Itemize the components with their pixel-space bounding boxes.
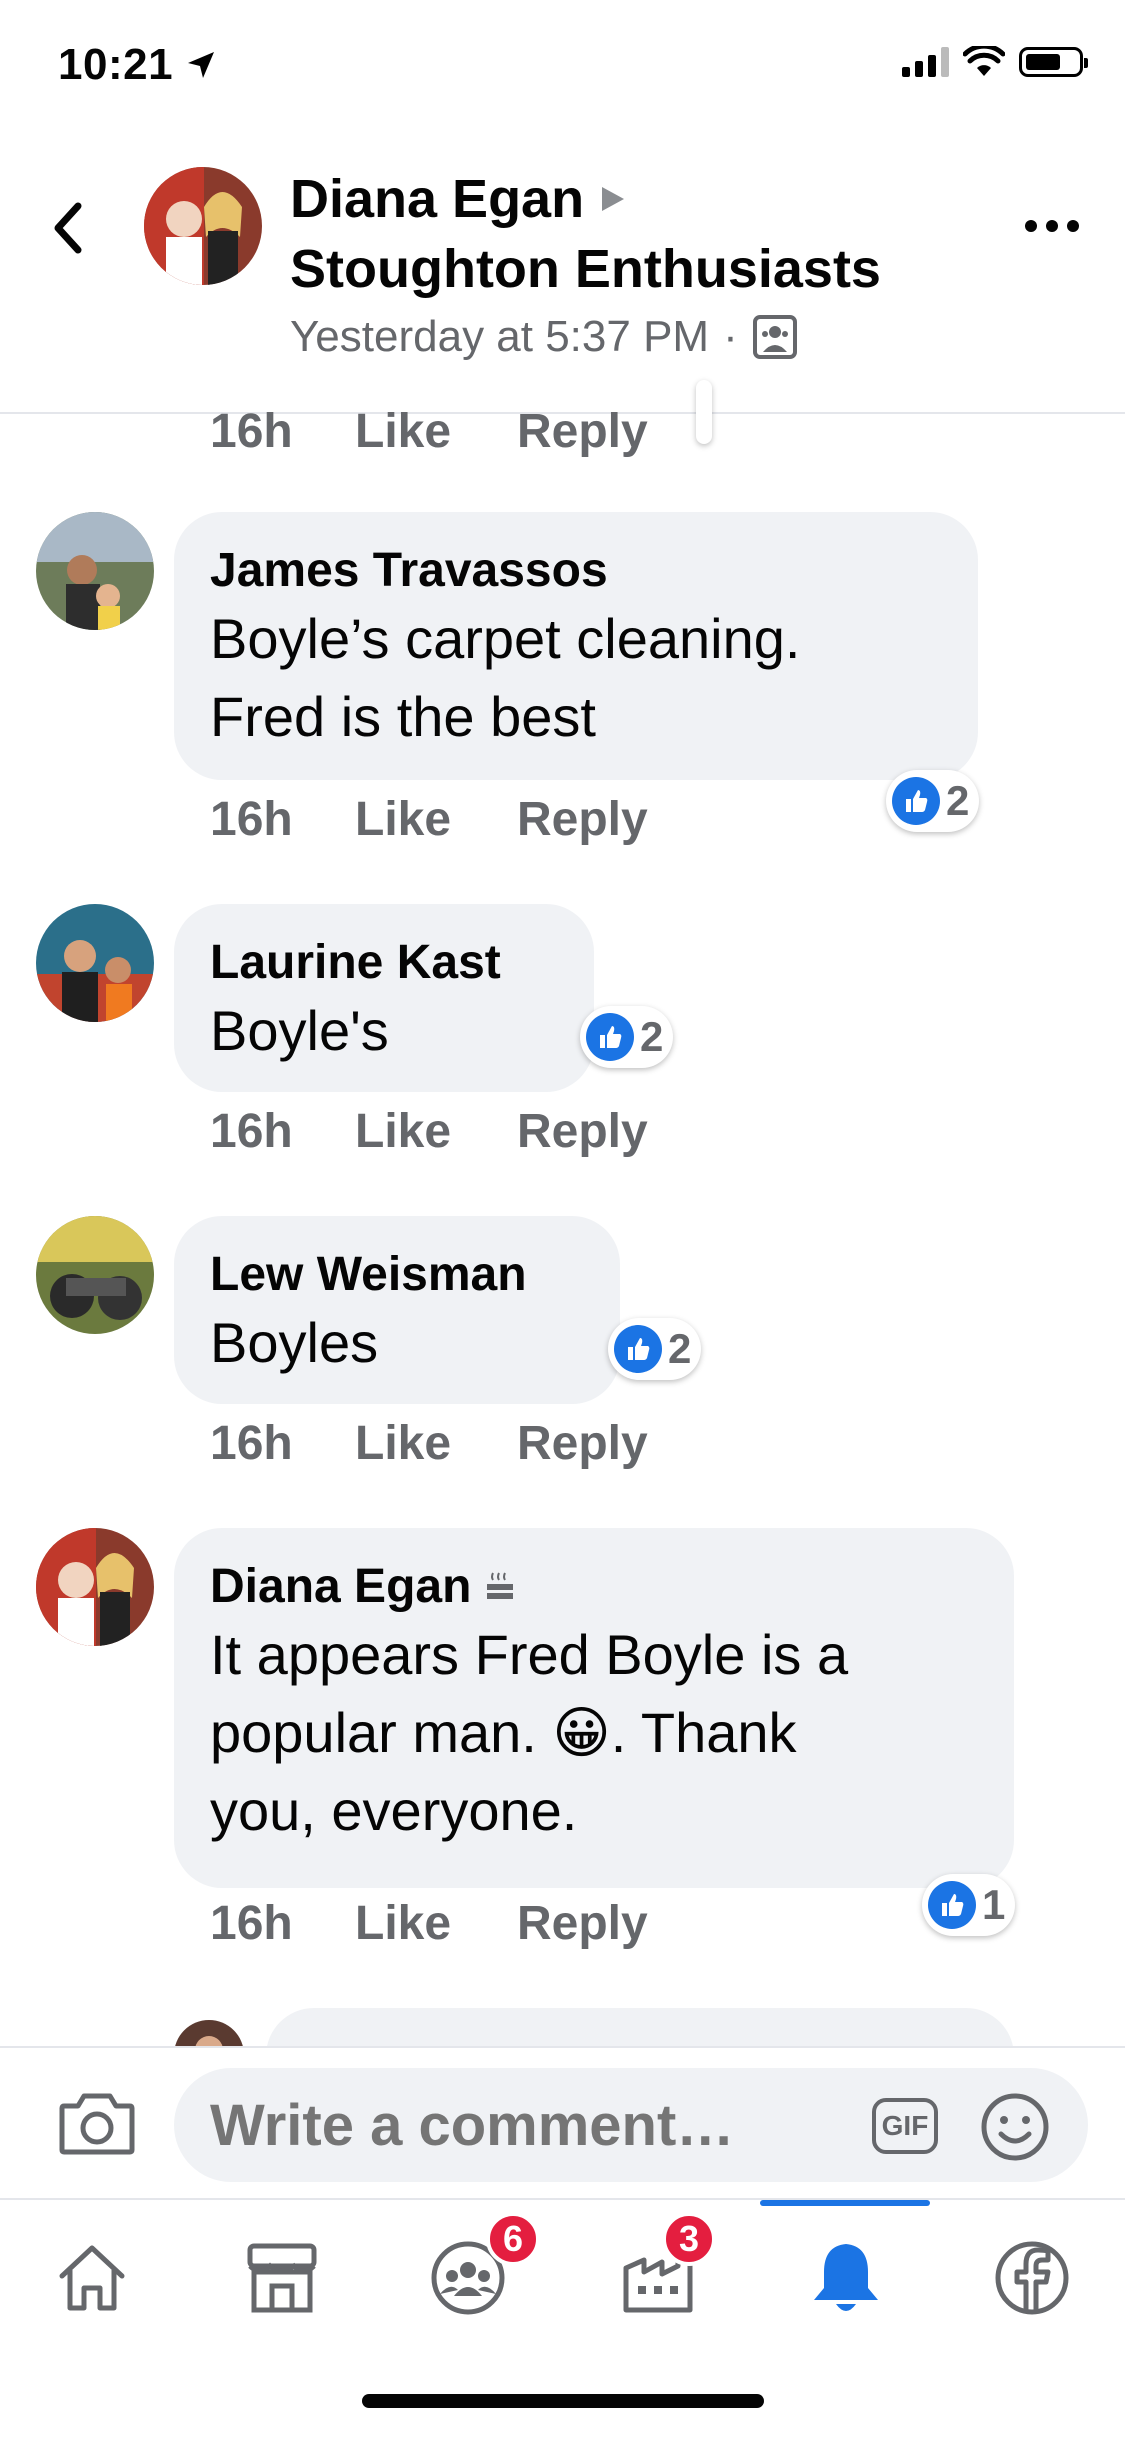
- reply-button[interactable]: Reply: [517, 1896, 648, 1951]
- comment-text-line: Boyle’s carpet cleaning.: [210, 607, 801, 670]
- groups-badge: 6: [486, 2212, 540, 2266]
- comment-actions: 16h Like Reply: [210, 404, 648, 459]
- comment-actions: 16h Like Reply: [210, 1416, 648, 1471]
- header-name-row: Diana Egan: [290, 168, 626, 230]
- facebook-icon: [995, 2241, 1069, 2315]
- comment-bubble[interactable]: Lew Weisman Boyles: [174, 1216, 620, 1404]
- meta-separator: ·: [723, 312, 738, 361]
- thumbs-up-icon: [928, 1881, 976, 1929]
- battery-icon: [1019, 47, 1088, 77]
- post-author-name[interactable]: Diana Egan: [290, 168, 584, 230]
- like-button[interactable]: Like: [355, 404, 517, 459]
- comment-bubble[interactable]: Laurine Kast Boyle's: [174, 904, 594, 1092]
- like-button[interactable]: Like: [355, 1104, 517, 1159]
- avatar[interactable]: [36, 1528, 154, 1646]
- reply-button[interactable]: Reply: [517, 792, 648, 847]
- group-name[interactable]: Stoughton Enthusiasts: [290, 238, 881, 300]
- reaction-number: 1: [982, 1881, 1006, 1928]
- comment-actions: 16h Like Reply: [210, 1104, 648, 1159]
- comment-author[interactable]: Lew Weisman: [210, 1246, 584, 1304]
- comment-time: 16h: [210, 1105, 293, 1158]
- reaction-count[interactable]: 1: [922, 1874, 1016, 1936]
- wifi-icon: [963, 46, 1005, 76]
- comment-bubble[interactable]: Diana Egan It appears Fred Boyle is a po…: [174, 1528, 1014, 1888]
- status-time: 10:21: [58, 40, 174, 89]
- more-options-icon[interactable]: [1025, 220, 1079, 232]
- like-button[interactable]: Like: [355, 1896, 517, 1951]
- thumbs-up-icon: [892, 777, 940, 825]
- thumbs-up-icon: [614, 1325, 662, 1373]
- comment-actions: 16h Like Reply: [210, 792, 648, 847]
- reaction-count[interactable]: 2: [886, 770, 980, 832]
- gif-icon[interactable]: GIF: [872, 2098, 938, 2154]
- avatar[interactable]: [144, 167, 262, 285]
- reply-button[interactable]: Reply: [517, 1416, 648, 1471]
- reply-button[interactable]: Reply: [517, 1104, 648, 1159]
- active-tab-indicator: [760, 2200, 930, 2206]
- comment-time: 16h: [210, 405, 293, 458]
- tab-home[interactable]: [42, 2228, 142, 2328]
- avatar[interactable]: [36, 904, 154, 1022]
- reaction-count[interactable]: 2: [608, 1318, 702, 1380]
- tab-marketplace[interactable]: [232, 2228, 332, 2328]
- comment-text-line: Boyles: [210, 1311, 379, 1374]
- comment-text-line: popular man. 😀. Thank: [210, 1701, 797, 1764]
- comment-author[interactable]: James Travassos: [210, 542, 942, 600]
- pages-badge: 3: [662, 2212, 716, 2266]
- post-timestamp[interactable]: Yesterday at 5:37 PM: [290, 312, 709, 362]
- triangle-right-icon: [602, 187, 625, 211]
- emoji-smiley-icon[interactable]: [980, 2092, 1050, 2162]
- post-meta: Yesterday at 5:37 PM ·: [290, 312, 798, 362]
- comment-time: 16h: [210, 1417, 293, 1470]
- comment-author[interactable]: Diana Egan: [210, 1558, 471, 1616]
- comment-text-line: It appears Fred Boyle is a: [210, 1623, 849, 1686]
- signal-icon: [902, 47, 949, 77]
- bell-icon: [814, 2244, 878, 2311]
- comment-time: 16h: [210, 1897, 293, 1950]
- reaction-badge-partial[interactable]: [696, 380, 712, 444]
- comment-bubble[interactable]: James Travassos Boyle’s carpet cleaning.…: [174, 512, 978, 780]
- comment-text-line: Fred is the best: [210, 685, 596, 748]
- reaction-count[interactable]: 2: [580, 1006, 674, 1068]
- thumbs-up-icon: [586, 1013, 634, 1061]
- reply-button[interactable]: Reply: [517, 404, 648, 459]
- comment-text-line: you, everyone.: [210, 1779, 578, 1842]
- reaction-number: 2: [640, 1013, 664, 1060]
- comment-actions: 16h Like Reply: [210, 1896, 648, 1951]
- comment-text-line: Boyle's: [210, 999, 389, 1062]
- reaction-number: 2: [668, 1325, 692, 1372]
- like-button[interactable]: Like: [355, 792, 517, 847]
- camera-icon[interactable]: [58, 2090, 136, 2156]
- comment-author[interactable]: Laurine Kast: [210, 934, 558, 992]
- tab-notifications[interactable]: [796, 2228, 896, 2328]
- coffee-cup-icon: [487, 1572, 514, 1599]
- reaction-number: 2: [946, 777, 970, 824]
- avatar[interactable]: [36, 512, 154, 630]
- like-button[interactable]: Like: [355, 1416, 517, 1471]
- back-chevron-icon[interactable]: [46, 198, 90, 258]
- comment-author-row: Diana Egan: [210, 1558, 978, 1616]
- comment-time: 16h: [210, 793, 293, 846]
- location-arrow-icon: [188, 52, 214, 78]
- home-icon: [59, 2245, 125, 2311]
- status-indicators: [902, 46, 1088, 78]
- comment-input[interactable]: [174, 2068, 1088, 2182]
- tab-menu[interactable]: [982, 2228, 1082, 2328]
- home-indicator: [362, 2394, 764, 2408]
- group-privacy-icon: [752, 315, 797, 359]
- shop-icon: [247, 2243, 317, 2313]
- avatar[interactable]: [36, 1216, 154, 1334]
